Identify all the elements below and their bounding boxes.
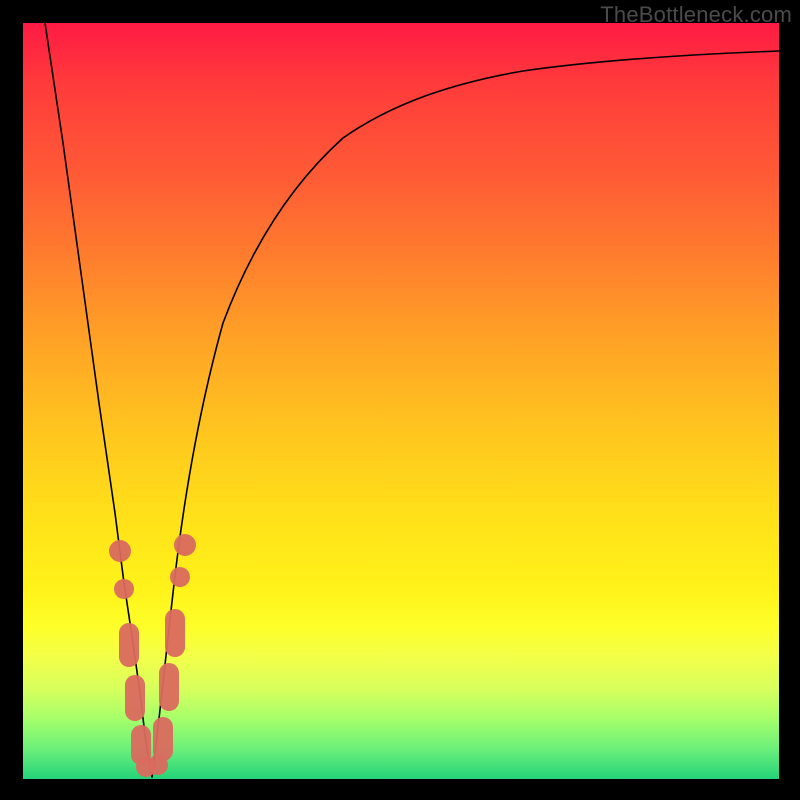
points-left (109, 540, 156, 777)
curve-right (152, 51, 779, 777)
plot-area (23, 23, 779, 779)
watermark-text: TheBottleneck.com (600, 2, 792, 28)
chart-overlay (23, 23, 779, 779)
points-right (148, 534, 196, 775)
chart-frame: TheBottleneck.com (0, 0, 800, 800)
